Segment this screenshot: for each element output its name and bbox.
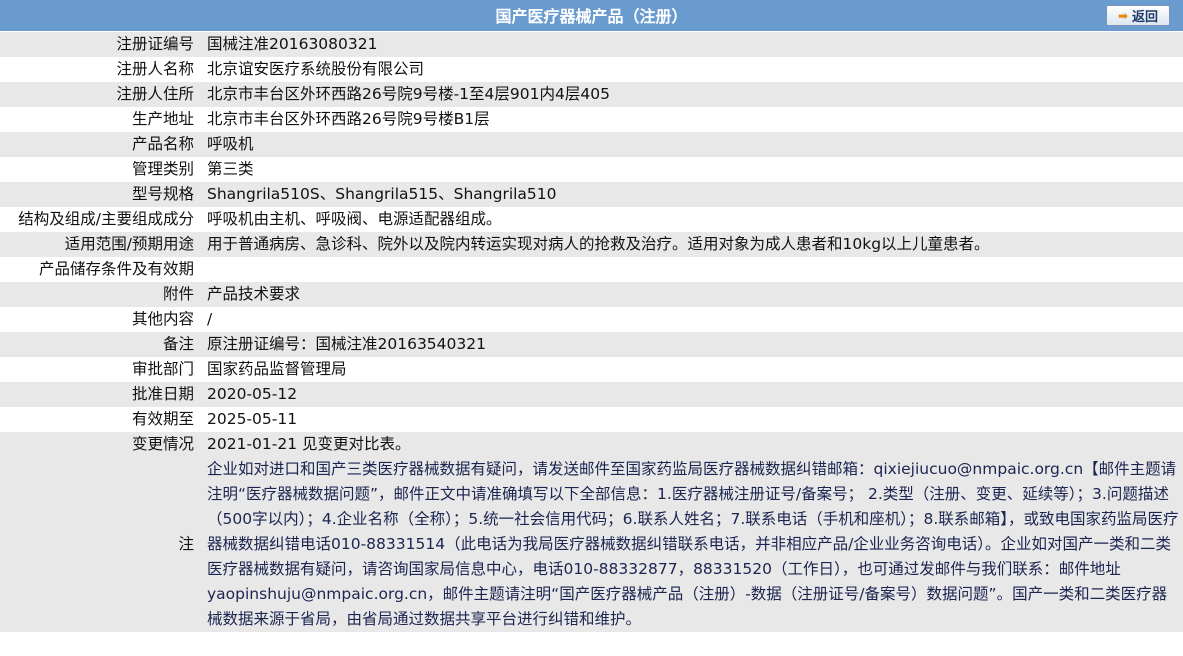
field-value: 2020-05-12: [207, 385, 298, 403]
field-label: 适用范围/预期用途: [64, 235, 194, 253]
field-value: /: [207, 310, 213, 328]
table-row: 注册证编号 国械注准20163080321: [0, 32, 1183, 57]
table-row: 注册人名称 北京谊安医疗系统股份有限公司: [0, 57, 1183, 82]
field-value: 第三类: [207, 160, 254, 178]
table-row: 管理类别 第三类: [0, 157, 1183, 182]
field-label: 注册人住所: [116, 85, 194, 103]
field-label: 结构及组成/主要组成成分: [18, 210, 194, 228]
table-row: 适用范围/预期用途 用于普通病房、急诊科、院外以及院内转运实现对病人的抢救及治疗。…: [0, 232, 1183, 257]
field-label: 管理类别: [131, 160, 194, 178]
field-value: Shangrila510S、Shangrila515、Shangrila510: [207, 185, 557, 203]
field-label: 生产地址: [131, 110, 194, 128]
field-label: 产品储存条件及有效期: [38, 260, 194, 278]
field-value: 国械注准20163080321: [207, 35, 378, 53]
page-title: 国产医疗器械产品（注册）: [495, 7, 688, 26]
field-value: [200, 257, 1183, 282]
field-value: 呼吸机由主机、呼吸阀、电源适配器组成。: [207, 210, 502, 228]
table-row: 变更情况 2021-01-21 见变更对比表。: [0, 432, 1183, 457]
table-row: 注册人住所 北京市丰台区外环西路26号院9号楼-1至4层901内4层405: [0, 82, 1183, 107]
field-label: 注册人名称: [116, 60, 194, 78]
field-value: 2025-05-11: [207, 410, 298, 428]
arrow-right-icon: ➡: [1117, 8, 1129, 23]
table-row: 型号规格 Shangrila510S、Shangrila515、Shangrila…: [0, 182, 1183, 207]
table-row: 审批部门 国家药品监督管理局: [0, 357, 1183, 382]
field-value: 北京市丰台区外环西路26号院9号楼B1层: [207, 110, 490, 128]
table-row: 备注 原注册证编号：国械注准20163540321: [0, 332, 1183, 357]
note-label: 注: [178, 535, 194, 553]
back-button[interactable]: ➡ 返回: [1106, 5, 1170, 26]
field-label: 型号规格: [131, 185, 194, 203]
field-label: 备注: [162, 335, 194, 353]
field-value: 原注册证编号：国械注准20163540321: [207, 335, 486, 353]
field-value: 北京市丰台区外环西路26号院9号楼-1至4层901内4层405: [207, 85, 610, 103]
table-row: 产品名称 呼吸机: [0, 132, 1183, 157]
note-row: 注企业如对进口和国产三类医疗器械数据有疑问，请发送邮件至国家药监局医疗器械数据纠…: [0, 457, 1183, 632]
field-value: 北京谊安医疗系统股份有限公司: [207, 60, 425, 78]
back-label: 返回: [1132, 10, 1159, 25]
field-value: 国家药品监督管理局: [207, 360, 347, 378]
field-value: 2021-01-21 见变更对比表。: [207, 435, 411, 453]
field-label: 批准日期: [131, 385, 194, 403]
field-label: 其他内容: [131, 310, 194, 328]
field-label: 附件: [162, 285, 194, 303]
table-row: 附件 产品技术要求: [0, 282, 1183, 307]
table-row: 生产地址 北京市丰台区外环西路26号院9号楼B1层: [0, 107, 1183, 132]
field-label: 注册证编号: [116, 35, 194, 53]
field-label: 产品名称: [131, 135, 194, 153]
table-row: 结构及组成/主要组成成分 呼吸机由主机、呼吸阀、电源适配器组成。: [0, 207, 1183, 232]
field-label: 有效期至: [131, 410, 194, 428]
page-header: 国产医疗器械产品（注册） ➡ 返回: [0, 0, 1183, 32]
field-value: 呼吸机: [207, 135, 254, 153]
field-value: 用于普通病房、急诊科、院外以及院内转运实现对病人的抢救及治疗。适用对象为成人患者…: [207, 235, 990, 253]
table-row: 有效期至 2025-05-11: [0, 407, 1183, 432]
table-row: 批准日期 2020-05-12: [0, 382, 1183, 407]
detail-table: 注册证编号 国械注准20163080321 注册人名称 北京谊安医疗系统股份有限公司注…: [0, 32, 1183, 632]
note-text: 企业如对进口和国产三类医疗器械数据有疑问，请发送邮件至国家药监局医疗器械数据纠错…: [207, 460, 1179, 628]
table-row: 产品储存条件及有效期: [0, 257, 1183, 282]
field-value: 产品技术要求: [207, 285, 301, 303]
field-label: 审批部门: [131, 360, 194, 378]
field-label: 变更情况: [131, 435, 194, 453]
table-row: 其他内容 /: [0, 307, 1183, 332]
